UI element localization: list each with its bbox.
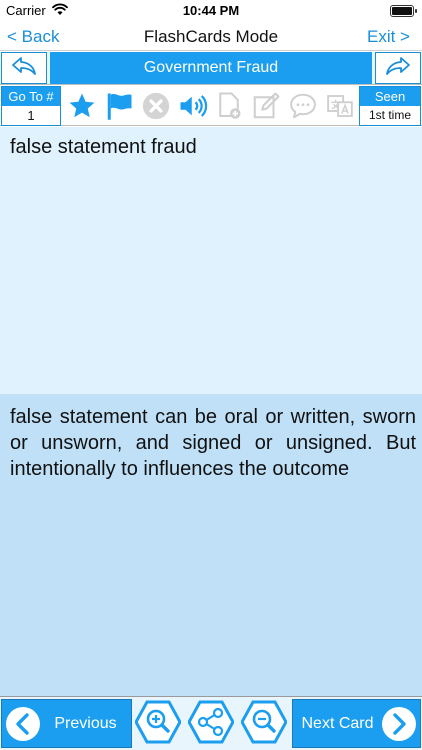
next-category-button[interactable] <box>375 52 421 84</box>
chevron-right-icon <box>382 706 416 741</box>
previous-category-button[interactable] <box>1 52 47 84</box>
status-bar: Carrier 10:44 PM <box>0 0 422 22</box>
star-icon[interactable] <box>66 90 98 122</box>
previous-button[interactable]: Previous <box>1 699 132 748</box>
zoom-out-button[interactable] <box>240 699 288 750</box>
clock: 10:44 PM <box>182 3 240 18</box>
remove-icon[interactable] <box>140 90 172 122</box>
exit-button[interactable]: Exit > <box>367 27 410 47</box>
navigation-bar: < Back FlashCards Mode Exit > <box>0 22 422 51</box>
speaker-icon[interactable] <box>177 90 209 122</box>
edit-icon[interactable] <box>250 90 282 122</box>
card-term: false statement fraud <box>10 136 197 158</box>
goto-label: Go To # <box>2 87 60 106</box>
seen-label: Seen <box>360 87 420 106</box>
previous-label: Previous <box>54 714 117 732</box>
card-back[interactable]: false statement can be oral or written, … <box>0 394 422 696</box>
zoom-out-icon <box>240 699 288 750</box>
translate-icon[interactable] <box>324 90 356 122</box>
tool-row: Go To # 1 Seen 1st time <box>0 84 422 126</box>
card-tools <box>64 85 358 127</box>
forward-arrow-icon <box>384 55 412 82</box>
goto-control[interactable]: Go To # 1 <box>1 86 61 126</box>
share-button[interactable] <box>187 699 235 750</box>
bottom-toolbar: Previous Next Card <box>0 696 422 750</box>
flag-icon[interactable] <box>103 90 135 122</box>
seen-value: 1st time <box>368 108 411 122</box>
category-title: Government Fraud <box>50 52 372 84</box>
zoom-in-button[interactable] <box>134 699 182 750</box>
comment-icon[interactable] <box>287 90 319 122</box>
goto-value[interactable]: 1 <box>2 106 60 125</box>
battery-icon <box>390 5 417 17</box>
share-icon <box>187 699 235 750</box>
add-note-icon[interactable] <box>213 90 245 122</box>
seen-counter: Seen 1st time <box>359 86 421 126</box>
next-card-label: Next Card <box>301 714 374 732</box>
chevron-left-icon <box>6 706 40 741</box>
page-title: FlashCards Mode <box>143 27 279 46</box>
reply-arrow-icon <box>10 55 38 82</box>
category-row: Government Fraud <box>0 52 422 84</box>
card-definition: false statement can be oral or written, … <box>10 406 416 480</box>
zoom-in-icon <box>134 699 182 750</box>
next-card-button[interactable]: Next Card <box>292 699 421 748</box>
card-front[interactable]: false statement fraud <box>0 127 422 394</box>
